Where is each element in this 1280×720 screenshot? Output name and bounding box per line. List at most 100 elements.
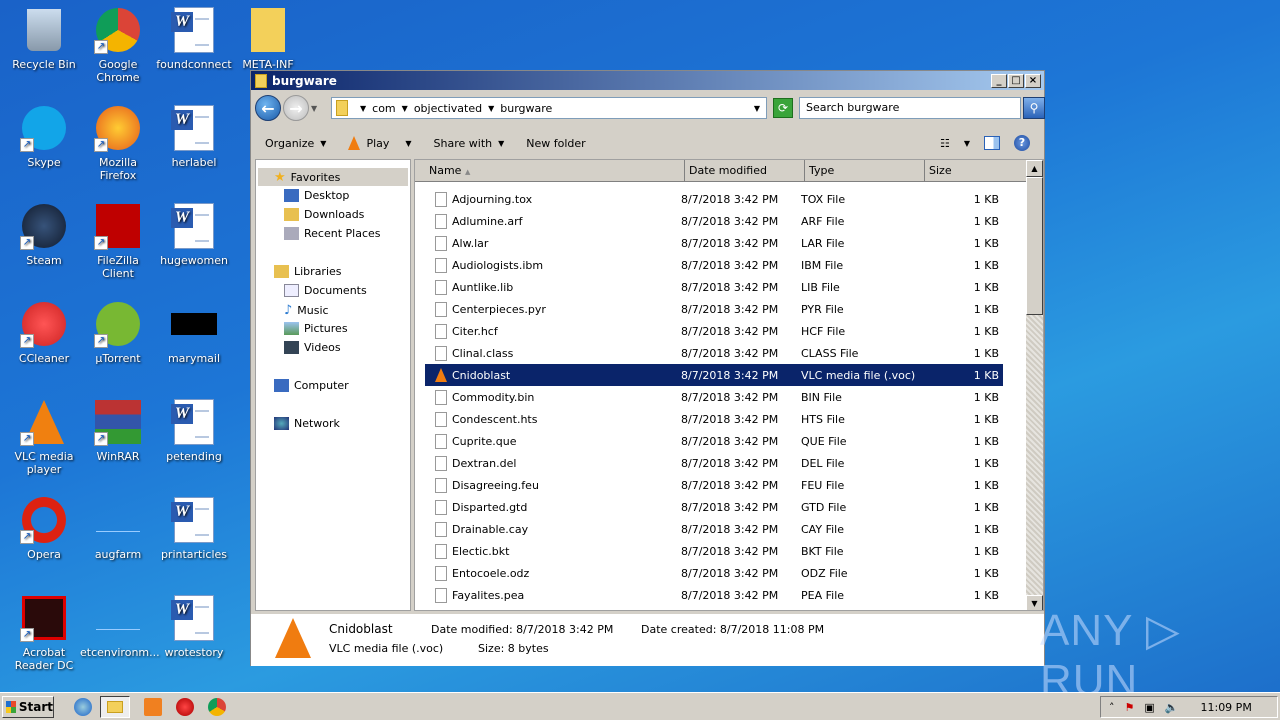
file-row[interactable]: Auntlike.lib 8/7/2018 3:42 PM LIB File 1…: [425, 276, 1003, 298]
file-row[interactable]: Cnidoblast 8/7/2018 3:42 PM VLC media fi…: [425, 364, 1003, 386]
vertical-scrollbar[interactable]: ▲ ▼: [1026, 160, 1043, 610]
desktop-icon-winrar[interactable]: ↗ WinRAR: [80, 398, 156, 463]
desktop-icon-etcenvironm-[interactable]: etcenvironm...: [80, 594, 160, 659]
show-hidden-icons[interactable]: ˄: [1109, 701, 1115, 714]
nav-downloads[interactable]: Downloads: [284, 208, 364, 221]
internet-explorer-icon[interactable]: [74, 697, 92, 716]
new-folder-button[interactable]: New folder: [526, 137, 585, 150]
file-row[interactable]: Entocoele.odz 8/7/2018 3:42 PM ODZ File …: [425, 562, 1003, 584]
nav-recent-places[interactable]: Recent Places: [284, 227, 381, 240]
desktop-icon-hugewomen[interactable]: hugewomen: [156, 202, 232, 267]
nav-favorites[interactable]: ★ Favorites: [258, 168, 408, 186]
minimize-button[interactable]: _: [991, 74, 1007, 88]
address-bar[interactable]: ▼ com ▼ objectivated ▼ burgware ▼: [331, 97, 767, 119]
file-row[interactable]: Adlumine.arf 8/7/2018 3:42 PM ARF File 1…: [425, 210, 1003, 232]
desktop-icon-recycle-bin[interactable]: Recycle Bin: [6, 6, 82, 71]
file-row[interactable]: Clinal.class 8/7/2018 3:42 PM CLASS File…: [425, 342, 1003, 364]
back-button[interactable]: ←: [255, 95, 281, 121]
file-row[interactable]: Cuprite.que 8/7/2018 3:42 PM QUE File 1 …: [425, 430, 1003, 452]
nav-documents[interactable]: Documents: [284, 284, 367, 297]
file-row[interactable]: Drainable.cay 8/7/2018 3:42 PM CAY File …: [425, 518, 1003, 540]
nav-videos[interactable]: Videos: [284, 341, 341, 354]
preview-pane-icon[interactable]: [984, 136, 1000, 150]
column-size[interactable]: Size: [925, 160, 1027, 182]
desktop-icon-vlc-media-player[interactable]: ↗ VLC media player: [6, 398, 82, 476]
nav-music[interactable]: ♪ Music: [284, 303, 329, 318]
breadcrumb-burgware[interactable]: burgware: [500, 102, 552, 115]
file-type: CAY File: [801, 522, 844, 536]
column-name[interactable]: Name ▲: [415, 160, 685, 182]
desktop-icon-marymail[interactable]: marymail: [156, 300, 232, 365]
maximize-button[interactable]: □: [1008, 74, 1024, 88]
file-row[interactable]: Condescent.hts 8/7/2018 3:42 PM HTS File…: [425, 408, 1003, 430]
nav-desktop[interactable]: Desktop: [284, 189, 349, 202]
nav-network[interactable]: Network: [274, 417, 340, 430]
opera-icon[interactable]: [176, 697, 194, 716]
nav-libraries[interactable]: Libraries: [274, 265, 342, 278]
clock[interactable]: 11:09 PM: [1200, 701, 1251, 714]
folder-icon: [107, 700, 123, 713]
file-size: 1 KB: [973, 544, 999, 558]
file-row[interactable]: Dextran.del 8/7/2018 3:42 PM DEL File 1 …: [425, 452, 1003, 474]
desktop-icon-augfarm[interactable]: augfarm: [80, 496, 156, 561]
file-name: Cnidoblast: [452, 368, 511, 382]
desktop-icon-wrotestory[interactable]: wrotestory: [156, 594, 232, 659]
search-icon[interactable]: ⚲: [1023, 97, 1045, 119]
address-dropdown[interactable]: ▼: [754, 104, 760, 113]
desktop-icon--torrent[interactable]: ↗ µTorrent: [80, 300, 156, 365]
file-row[interactable]: Fayalites.pea 8/7/2018 3:42 PM PEA File …: [425, 584, 1003, 606]
desktop-icon-label: VLC media player: [14, 450, 74, 476]
chrome-icon[interactable]: [208, 697, 226, 716]
refresh-button[interactable]: ⟳: [773, 98, 793, 118]
start-button[interactable]: Start: [2, 695, 54, 718]
view-options-icon[interactable]: ☷: [940, 137, 950, 150]
desktop-icon-steam[interactable]: ↗ Steam: [6, 202, 82, 267]
breadcrumb-objectivated[interactable]: objectivated: [414, 102, 482, 115]
network-status-icon[interactable]: ▣: [1144, 701, 1154, 714]
desktop-icon-label: hugewomen: [160, 254, 228, 267]
nav-pictures[interactable]: Pictures: [284, 322, 348, 335]
desktop-icon-mozilla-firefox[interactable]: ↗ Mozilla Firefox: [80, 104, 156, 182]
desktop-icon-opera[interactable]: ↗ Opera: [6, 496, 82, 561]
desktop-icon-filezilla-client[interactable]: ↗ FileZilla Client: [80, 202, 156, 280]
media-player-icon[interactable]: [144, 697, 162, 716]
share-with-button[interactable]: Share with ▼: [434, 137, 505, 150]
volume-icon[interactable]: 🔈: [1165, 701, 1179, 714]
file-row[interactable]: Centerpieces.pyr 8/7/2018 3:42 PM PYR Fi…: [425, 298, 1003, 320]
desktop-icon-meta-inf[interactable]: META-INF: [230, 6, 306, 71]
forward-button[interactable]: →: [283, 95, 309, 121]
column-type[interactable]: Type: [805, 160, 925, 182]
search-input[interactable]: Search burgware: [799, 97, 1021, 119]
file-row[interactable]: Citer.hcf 8/7/2018 3:42 PM HCF File 1 KB: [425, 320, 1003, 342]
desktop-icon-foundconnect[interactable]: foundconnect: [156, 6, 232, 71]
file-row[interactable]: Disagreeing.feu 8/7/2018 3:42 PM FEU Fil…: [425, 474, 1003, 496]
desktop-icon-ccleaner[interactable]: ↗ CCleaner: [6, 300, 82, 365]
desktop-icon-printarticles[interactable]: printarticles: [156, 496, 232, 561]
recent-pages-dropdown[interactable]: ▼: [311, 104, 317, 113]
file-row[interactable]: Electic.bkt 8/7/2018 3:42 PM BKT File 1 …: [425, 540, 1003, 562]
file-row[interactable]: Disparted.gtd 8/7/2018 3:42 PM GTD File …: [425, 496, 1003, 518]
blank-file-icon: [96, 606, 140, 630]
desktop-icon-google-chrome[interactable]: ↗ Google Chrome: [80, 6, 156, 84]
desktop-icon-skype[interactable]: ↗ Skype: [6, 104, 82, 169]
help-icon[interactable]: ?: [1014, 135, 1030, 151]
title-bar[interactable]: burgware: [251, 71, 1044, 90]
close-button[interactable]: ×: [1025, 74, 1041, 88]
play-button[interactable]: Play ▼: [348, 136, 412, 150]
desktop-icon-acrobat-reader-dc[interactable]: ↗ Acrobat Reader DC: [6, 594, 82, 672]
organize-button[interactable]: Organize ▼: [265, 137, 326, 150]
file-row[interactable]: Commodity.bin 8/7/2018 3:42 PM BIN File …: [425, 386, 1003, 408]
file-row[interactable]: Adjourning.tox 8/7/2018 3:42 PM TOX File…: [425, 188, 1003, 210]
file-row[interactable]: Alw.lar 8/7/2018 3:42 PM LAR File 1 KB: [425, 232, 1003, 254]
file-row[interactable]: Audiologists.ibm 8/7/2018 3:42 PM IBM Fi…: [425, 254, 1003, 276]
action-center-icon[interactable]: ⚑: [1125, 701, 1135, 714]
taskbar-explorer-button[interactable]: [100, 695, 130, 718]
scroll-thumb[interactable]: [1026, 177, 1043, 315]
nav-computer[interactable]: Computer: [274, 379, 349, 392]
column-date-modified[interactable]: Date modified: [685, 160, 805, 182]
view-dropdown[interactable]: ▼: [964, 139, 970, 148]
desktop-icon-herlabel[interactable]: herlabel: [156, 104, 232, 169]
breadcrumb-com[interactable]: com: [372, 102, 396, 115]
desktop-icon-petending[interactable]: petending: [156, 398, 232, 463]
scroll-up-button[interactable]: ▲: [1026, 160, 1043, 177]
